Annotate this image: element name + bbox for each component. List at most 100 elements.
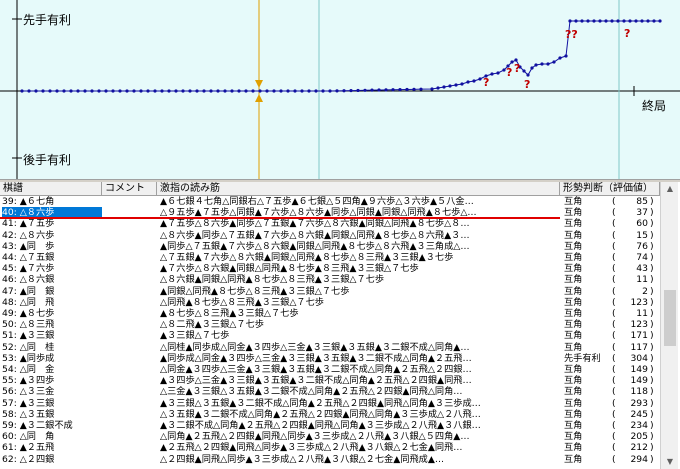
evaluation-point [363, 88, 367, 92]
evaluation-graph[interactable]: ??????? 先手有利 後手有利 終局 [0, 0, 680, 179]
variation-cell: △８六銀▲同銀△同飛▲８七歩△８三飛▲３三銀△７七歩 [160, 274, 385, 286]
column-header-judgement[interactable]: 形勢判断（評価値） [560, 182, 660, 196]
evaluation-point [174, 89, 178, 93]
evaluation-point [356, 88, 360, 93]
evaluation-point [48, 89, 52, 93]
score-cell: 149 [630, 364, 648, 375]
move-cell: 41: ▲７五歩 [2, 218, 55, 230]
evaluation-point [216, 89, 220, 93]
table-row[interactable]: 45: ▲７六歩 ▲７六歩△８六銀▲同銀△同飛▲８七歩▲８三飛▲３三銀△７七歩 互角… [0, 263, 660, 274]
evaluation-point [90, 89, 94, 93]
paren-close: ) [650, 229, 654, 241]
score-cell: 117 [630, 341, 648, 353]
evaluation-marks: ??????? [483, 27, 630, 91]
table-row[interactable]: 50: △８三飛 △８二飛▲３三銀△７七歩 互角 (123) [0, 319, 660, 330]
variation-cell: ▲３三銀△７七歩 [160, 330, 230, 342]
move-cell: 45: ▲７六歩 [2, 263, 55, 275]
table-row[interactable]: 58: △３五銀 △３五銀▲３二銀不成△同角▲２五飛△２四銀▲同飛△同角▲３三歩成… [0, 409, 660, 420]
table-row[interactable]: 52: △同 桂 △同桂▲同歩成△同金▲３四歩△三金▲３三銀▲３五銀▲３二銀不成△… [0, 342, 660, 353]
evaluation-point [534, 63, 538, 67]
score-cell: 15 [636, 229, 648, 241]
table-row[interactable]: 48: △同 飛 △同飛▲８七歩△８三飛▲３三銀△７七歩 互角 (123) [0, 297, 660, 308]
question-mark: ?? [565, 28, 578, 41]
table-row[interactable]: 62: △２四銀 △２四銀▲同飛△同歩▲３三歩成△２八飛▲３八銀△２七金▲同飛成▲… [0, 454, 660, 465]
table-row[interactable]: 43: ▲同 歩 ▲同歩△７五銀▲７六歩△８六銀▲同銀△同飛▲８七歩△８六飛▲３三… [0, 241, 660, 252]
paren-close: ) [650, 352, 654, 364]
evaluation-point [398, 88, 402, 92]
column-header-kifu[interactable]: 棋譜 [0, 182, 102, 196]
move-list[interactable]: 棋譜 コメント 激指の読み筋 形勢判断（評価値） 39: ▲６七角 ▲６七銀４七角… [0, 182, 680, 469]
evaluation-point [405, 87, 409, 92]
move-cell: 59: ▲３二銀不成 [2, 420, 73, 431]
score-cell: 74 [636, 252, 648, 263]
evaluation-point [616, 19, 620, 23]
score-cell: 11 [636, 308, 648, 319]
score-cell: 171 [630, 330, 648, 342]
judgement-cell: 互角 [564, 420, 583, 431]
table-row[interactable]: 51: ▲３三銀 ▲３三銀△７七歩 互角 (171) [0, 330, 660, 341]
table-row[interactable]: 47: ▲同 銀 ▲同銀△同飛▲８七歩△８三飛▲３三銀△７七歩 互角 (2) [0, 286, 660, 297]
judgement-cell: 互角 [564, 308, 583, 319]
move-cell: 55: ▲３四歩 [2, 375, 55, 387]
evaluation-point [419, 87, 423, 91]
variation-cell: ▲８七歩△８三飛▲３三銀△７七歩 [160, 308, 299, 319]
table-row[interactable]: 39: ▲６七角 ▲６七銀４七角△同銀右△７五歩▲６七銀△５四角▲９六歩△３六歩▲… [0, 196, 660, 207]
evaluation-point [83, 89, 87, 93]
table-row[interactable]: 42: △８六歩 △８六歩▲同歩△７五銀▲７六歩△８六銀▲同銀△同飛▲８七歩△８六… [0, 230, 660, 241]
paren-close: ) [650, 207, 654, 219]
evaluation-point [328, 89, 332, 93]
evaluation-point [430, 87, 434, 91]
paren-open: ( [612, 431, 616, 443]
evaluation-point [307, 89, 311, 93]
evaluation-point [251, 89, 255, 93]
paren-close: ) [650, 263, 654, 275]
evaluation-point [646, 19, 650, 23]
evaluation-point [478, 77, 482, 81]
table-row[interactable]: 59: ▲３二銀不成 ▲３二銀不成△同角▲２五飛△２四銀▲同飛△同角▲３三歩成△２… [0, 420, 660, 431]
score-cell: 37 [636, 207, 648, 219]
variation-cell: ▲７六歩△８六銀▲同銀△同飛▲８七歩▲８三飛▲３三銀△７七歩 [160, 263, 419, 275]
evaluation-point [209, 89, 213, 93]
paren-close: ) [650, 397, 654, 409]
table-row[interactable]: 61: ▲２五飛 ▲２五飛△２四銀▲同飛△同歩▲３三歩成△２八飛▲３八銀△２七金▲… [0, 442, 660, 453]
paren-close: ) [650, 442, 654, 454]
paren-close: ) [650, 408, 654, 420]
table-row[interactable]: 41: ▲７五歩 ▲７五歩△８六歩▲同歩△７五銀▲７六歩△８六銀▲同銀△同飛▲８七… [0, 218, 660, 229]
column-header-variation[interactable]: 激指の読み筋 [157, 182, 560, 196]
evaluation-point [558, 56, 562, 60]
score-cell: 2 [642, 285, 648, 297]
table-row[interactable]: 44: △７五銀 △７五銀▲７六歩△８六銀▲同銀△同飛▲８七歩△８三飛▲３三銀▲３… [0, 252, 660, 263]
vertical-scrollbar[interactable]: ▲ ▼ [660, 182, 678, 469]
paren-open: ( [612, 420, 616, 431]
paren-open: ( [612, 408, 616, 420]
score-cell: 118 [630, 386, 648, 398]
evaluation-point [69, 89, 73, 93]
paren-close: ) [650, 252, 654, 263]
column-header-comment[interactable]: コメント [102, 182, 157, 196]
table-row[interactable]: 57: ▲３三銀 ▲３三銀△３五銀▲３二銀不成△同角▲２五飛△２四銀▲同飛△同角▲… [0, 398, 660, 409]
move-cell: 48: △同 飛 [2, 296, 55, 308]
table-row[interactable]: 56: △３三金 △三金▲３三銀△３五銀▲３二銀不成△同角▲２五飛△２四銀▲同飛△… [0, 386, 660, 397]
paren-close: ) [650, 364, 654, 375]
judgement-cell: 互角 [564, 274, 583, 286]
table-row[interactable]: 46: △８六銀 △８六銀▲同銀△同飛▲８七歩△８三飛▲３三銀△７七歩 互角 (11) [0, 274, 660, 285]
table-row[interactable]: 49: ▲８七歩 ▲８七歩△８三飛▲３三銀△７七歩 互角 (11) [0, 308, 660, 319]
evaluation-point [20, 89, 24, 93]
scroll-down-icon[interactable]: ▼ [663, 455, 677, 469]
paren-open: ( [612, 375, 616, 387]
paren-close: ) [650, 240, 654, 252]
evaluation-point [279, 89, 283, 93]
evaluation-point [349, 88, 353, 93]
evaluation-point [118, 89, 122, 93]
table-row[interactable]: 53: ▲同歩成 ▲同歩成△同金▲３四歩△三金▲３三銀▲３五銀▲３二銀不成△同角▲… [0, 353, 660, 364]
scroll-up-icon[interactable]: ▲ [663, 182, 677, 196]
paren-close: ) [650, 285, 654, 297]
table-row[interactable]: 54: △同 金 △同金▲３四歩△三金▲３三銀▲３五銀▲３二銀不成△同角▲２五飛△… [0, 364, 660, 375]
paren-open: ( [612, 252, 616, 263]
scrollbar-thumb[interactable] [664, 290, 676, 346]
table-row[interactable]: 55: ▲３四歩 ▲３四歩△三金▲３三銀▲３五銀▲３二銀不成△同角▲２五飛△２四銀… [0, 375, 660, 386]
gote-advantage-label: 後手有利 [23, 151, 72, 168]
table-row[interactable]: 60: △同 角 △同角▲２五飛△２四銀▲同飛△同歩▲３三歩成△２八飛▲３八銀△５… [0, 431, 660, 442]
evaluation-graph-canvas[interactable]: ??????? [0, 0, 680, 179]
evaluation-point [574, 19, 578, 23]
